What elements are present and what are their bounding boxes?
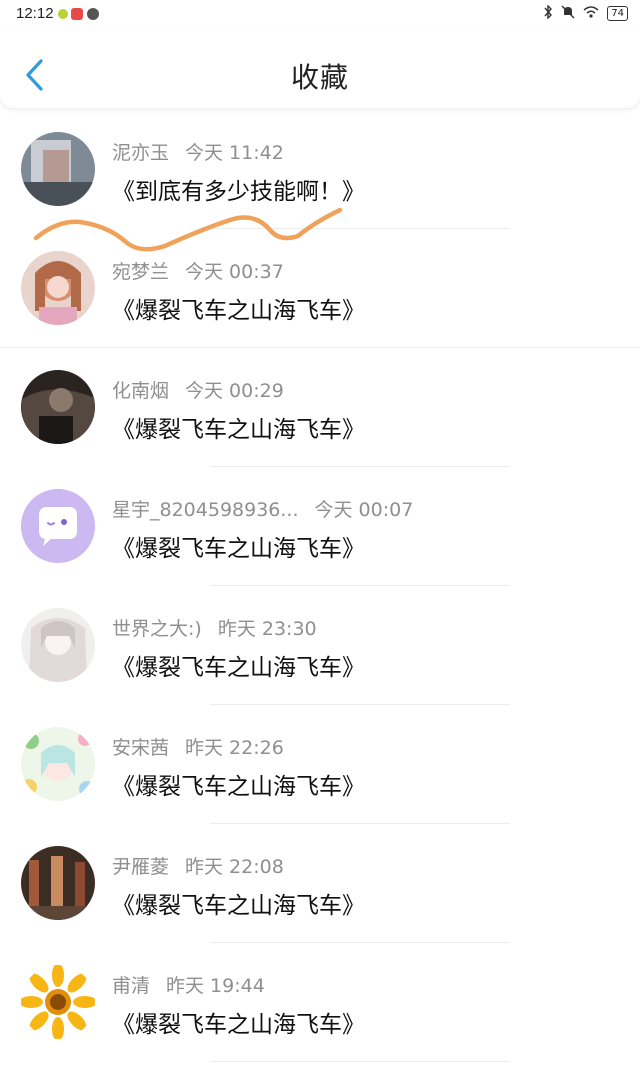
list-item[interactable]: 世界之大:) 昨天 23:30 《爆裂飞车之山海飞车》 <box>0 586 640 705</box>
avatar[interactable] <box>21 846 95 920</box>
header-bar: 收藏 <box>0 30 640 108</box>
item-title[interactable]: 《爆裂飞车之山海飞车》 <box>112 886 365 920</box>
battery-icon: 74 <box>607 6 628 21</box>
item-meta: 尹雁菱 昨天 22:08 <box>112 852 284 879</box>
sunflower-icon <box>21 965 95 1039</box>
user-name[interactable]: 泥亦玉 <box>112 142 169 164</box>
user-name[interactable]: 甫清 <box>112 975 150 997</box>
user-name[interactable]: 世界之大:) <box>112 618 202 640</box>
item-meta: 安宋茜 昨天 22:26 <box>112 733 284 760</box>
wechat-icon <box>58 9 68 19</box>
avatar[interactable] <box>21 965 95 1039</box>
item-title[interactable]: 《到底有多少技能啊！》 <box>112 172 365 206</box>
timestamp: 昨天 22:26 <box>185 737 284 759</box>
basketball-icon <box>87 8 99 20</box>
wifi-icon <box>583 6 599 21</box>
status-icons: 74 <box>543 4 628 22</box>
timestamp: 今天 00:37 <box>185 261 284 283</box>
item-title[interactable]: 《爆裂飞车之山海飞车》 <box>112 410 365 444</box>
user-name[interactable]: 星宇_8204598936... <box>112 499 299 521</box>
avatar[interactable] <box>21 251 95 325</box>
avatar[interactable] <box>21 132 95 206</box>
item-meta: 世界之大:) 昨天 23:30 <box>112 614 317 641</box>
list-item[interactable]: 化南烟 今天 00:29 《爆裂飞车之山海飞车》 <box>0 348 640 467</box>
avatar[interactable] <box>21 370 95 444</box>
timestamp: 昨天 19:44 <box>166 975 265 997</box>
item-title[interactable]: 《爆裂飞车之山海飞车》 <box>112 529 365 563</box>
user-name[interactable]: 宛梦兰 <box>112 261 169 283</box>
item-meta: 泥亦玉 今天 11:42 <box>112 138 284 165</box>
avatar[interactable] <box>21 727 95 801</box>
page-title: 收藏 <box>290 61 349 94</box>
user-name[interactable]: 尹雁菱 <box>112 856 169 878</box>
status-time: 12:12 <box>16 5 54 22</box>
mute-icon <box>561 5 575 22</box>
list-item[interactable]: 泥亦玉 今天 11:42 《到底有多少技能啊！》 <box>0 110 640 229</box>
user-name[interactable]: 化南烟 <box>112 380 169 402</box>
list-item[interactable]: 甫清 昨天 19:44 《爆裂飞车之山海飞车》 <box>0 943 640 1062</box>
timestamp: 昨天 22:08 <box>185 856 284 878</box>
item-title[interactable]: 《爆裂飞车之山海飞车》 <box>112 648 365 682</box>
app-icon <box>71 8 83 20</box>
avatar[interactable] <box>21 489 95 563</box>
timestamp: 今天 11:42 <box>185 142 284 164</box>
bluetooth-icon <box>543 4 553 22</box>
item-title[interactable]: 《爆裂飞车之山海飞车》 <box>112 1005 365 1039</box>
item-meta: 宛梦兰 今天 00:37 <box>112 257 284 284</box>
item-meta: 化南烟 今天 00:29 <box>112 376 284 403</box>
list-item[interactable]: 安宋茜 昨天 22:26 《爆裂飞车之山海飞车》 <box>0 705 640 824</box>
avatar[interactable] <box>21 608 95 682</box>
list-item[interactable]: 宛梦兰 今天 00:37 《爆裂飞车之山海飞车》 <box>0 229 640 348</box>
list-item[interactable]: 星宇_8204598936... 今天 00:07 《爆裂飞车之山海飞车》 <box>0 467 640 586</box>
item-title[interactable]: 《爆裂飞车之山海飞车》 <box>112 767 365 801</box>
timestamp: 今天 00:07 <box>314 499 414 521</box>
item-meta: 星宇_8204598936... 今天 00:07 <box>112 495 413 522</box>
timestamp: 昨天 23:30 <box>217 618 317 640</box>
status-bar: 12:12 74 <box>0 0 640 28</box>
user-name[interactable]: 安宋茜 <box>112 737 169 759</box>
timestamp: 今天 00:29 <box>185 380 284 402</box>
divider <box>210 1061 510 1062</box>
chat-bubble-icon <box>21 489 95 563</box>
item-meta: 甫清 昨天 19:44 <box>112 971 265 998</box>
favorites-list: 泥亦玉 今天 11:42 《到底有多少技能啊！》 宛梦兰 今天 00:37 《爆裂飞… <box>0 110 640 1062</box>
item-title[interactable]: 《爆裂飞车之山海飞车》 <box>112 291 365 325</box>
list-item[interactable]: 尹雁菱 昨天 22:08 《爆裂飞车之山海飞车》 <box>0 824 640 943</box>
